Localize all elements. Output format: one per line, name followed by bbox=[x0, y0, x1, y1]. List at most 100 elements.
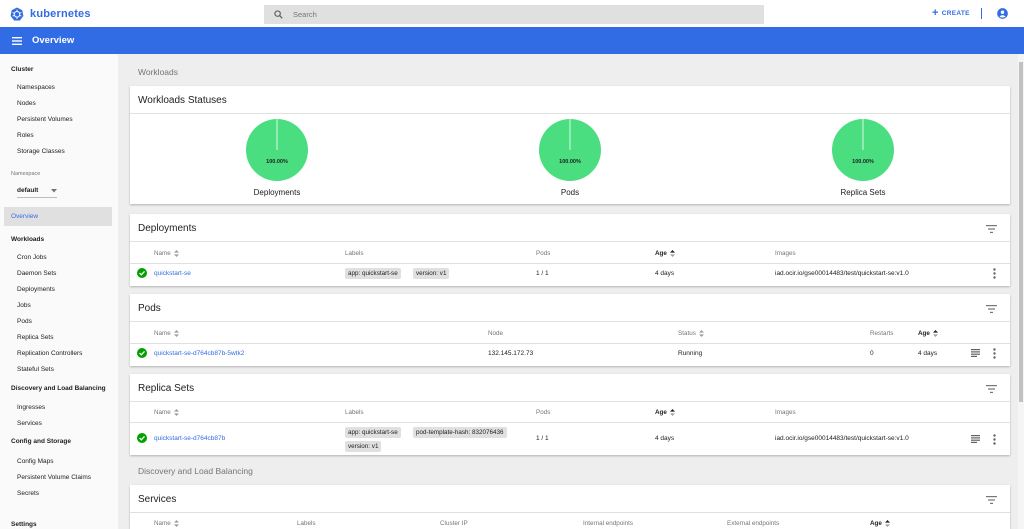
namespace-select[interactable]: default bbox=[17, 184, 57, 198]
pie-label-pods: Pods bbox=[560, 188, 580, 197]
column-header-images: Images bbox=[775, 250, 796, 257]
pie-label-replica-sets: Replica Sets bbox=[840, 188, 886, 197]
column-header-age[interactable]: Age bbox=[918, 330, 938, 337]
column-header-age[interactable]: Age bbox=[655, 250, 675, 257]
sidebar-item-stateful-sets[interactable]: Stateful Sets bbox=[17, 366, 54, 373]
sidebar-header-workloads[interactable]: Workloads bbox=[11, 236, 44, 243]
discovery-heading: Discovery and Load Balancing bbox=[138, 466, 253, 476]
pie-chart-pods: 100.00% Pods bbox=[510, 118, 630, 197]
search-bar[interactable] bbox=[264, 5, 764, 24]
namespace-value: default bbox=[17, 187, 39, 194]
sidebar-header-cluster[interactable]: Cluster bbox=[11, 66, 33, 73]
sidebar-item-persistent-volumes[interactable]: Persistent Volumes bbox=[17, 116, 73, 123]
column-header-name[interactable]: Name bbox=[154, 330, 179, 337]
label-chip: app: quickstart-se bbox=[345, 268, 401, 279]
replica-set-pods: 1 / 1 bbox=[536, 435, 549, 442]
success-check-icon bbox=[137, 268, 147, 278]
pod-age: 4 days bbox=[918, 350, 938, 357]
pods-card: Pods Name Node Status Restarts Age quick… bbox=[130, 294, 1010, 366]
sidebar-item-ingresses[interactable]: Ingresses bbox=[17, 404, 45, 411]
pie-deployments[interactable]: 100.00% bbox=[245, 118, 309, 182]
column-header-pods: Pods bbox=[536, 409, 551, 416]
column-header-age[interactable]: Age bbox=[870, 520, 890, 527]
sort-icon bbox=[932, 330, 938, 337]
toolbar-divider bbox=[981, 8, 982, 19]
replica-set-name-link[interactable]: quickstart-se-d764cb87b bbox=[154, 435, 225, 442]
deployment-name-link[interactable]: quickstart-se bbox=[154, 270, 191, 277]
top-bar: kubernetes + CREATE bbox=[0, 0, 1024, 27]
kubernetes-logo[interactable]: kubernetes bbox=[10, 7, 91, 21]
sidebar-item-roles[interactable]: Roles bbox=[17, 132, 34, 139]
pie-replica-sets[interactable]: 100.00% bbox=[831, 118, 895, 182]
column-header-pods: Pods bbox=[536, 250, 551, 257]
column-header-name[interactable]: Name bbox=[154, 409, 179, 416]
column-header-age-label: Age bbox=[655, 409, 667, 416]
sidebar-item-nodes[interactable]: Nodes bbox=[17, 100, 36, 107]
replica-sets-card: Replica Sets Name Labels Pods Age Images… bbox=[130, 374, 1010, 455]
filter-icon[interactable] bbox=[986, 225, 997, 233]
replica-set-age: 4 days bbox=[655, 435, 675, 442]
card-divider bbox=[130, 241, 1010, 242]
sidebar-item-storage-classes[interactable]: Storage Classes bbox=[17, 148, 65, 155]
sidebar-item-config-maps[interactable]: Config Maps bbox=[17, 458, 54, 465]
workloads-heading: Workloads bbox=[138, 67, 178, 77]
column-header-internal-endpoints: Internal endpoints bbox=[583, 520, 634, 527]
row-divider bbox=[130, 263, 1010, 264]
column-header-name[interactable]: Name bbox=[154, 250, 179, 257]
sidebar-item-persistent-volume-claims[interactable]: Persistent Volume Claims bbox=[17, 474, 91, 481]
filter-icon[interactable] bbox=[986, 496, 997, 504]
search-input[interactable] bbox=[293, 10, 693, 19]
more-vert-icon[interactable] bbox=[993, 268, 996, 279]
row-divider bbox=[130, 422, 1010, 423]
sidebar-header-config[interactable]: Config and Storage bbox=[11, 438, 71, 445]
scrollbar-thumb[interactable] bbox=[1019, 62, 1023, 402]
sidebar-item-secrets[interactable]: Secrets bbox=[17, 490, 39, 497]
sidebar-item-deployments[interactable]: Deployments bbox=[17, 286, 55, 293]
deployments-card: Deployments Name Labels Pods Age Images … bbox=[130, 214, 1010, 286]
sidebar-item-overview-label: Overview bbox=[11, 213, 39, 220]
filter-icon[interactable] bbox=[986, 385, 997, 393]
account-icon[interactable] bbox=[997, 8, 1008, 19]
dropdown-arrow-icon bbox=[51, 188, 57, 192]
label-chip: version: v1 bbox=[413, 268, 450, 279]
pie-pods[interactable]: 100.00% bbox=[538, 118, 602, 182]
sort-icon bbox=[173, 250, 179, 257]
sort-icon bbox=[173, 330, 179, 337]
sidebar-header-settings[interactable]: Settings bbox=[11, 521, 37, 528]
sidebar-item-namespaces[interactable]: Namespaces bbox=[17, 84, 55, 91]
menu-icon[interactable] bbox=[12, 36, 22, 45]
more-vert-icon[interactable] bbox=[993, 348, 996, 359]
column-header-age[interactable]: Age bbox=[655, 409, 675, 416]
page-header: Overview bbox=[0, 27, 1024, 54]
pie-label-deployments: Deployments bbox=[253, 188, 301, 197]
card-divider bbox=[130, 401, 1010, 402]
sort-icon bbox=[698, 330, 704, 337]
sidebar-header-discovery[interactable]: Discovery and Load Balancing bbox=[11, 385, 106, 392]
column-header-status-label: Status bbox=[678, 330, 696, 337]
pod-restarts: 0 bbox=[870, 350, 874, 357]
logs-icon[interactable] bbox=[971, 349, 980, 357]
sidebar-item-replica-sets[interactable]: Replica Sets bbox=[17, 334, 54, 341]
namespace-label: Namespace bbox=[11, 171, 41, 177]
workloads-statuses-card: Workloads Statuses 100.00% Deployments 1… bbox=[130, 86, 1010, 204]
more-vert-icon[interactable] bbox=[993, 434, 996, 445]
pie-percent-pods: 100.00% bbox=[559, 159, 581, 165]
sidebar-item-cron-jobs[interactable]: Cron Jobs bbox=[17, 254, 47, 261]
filter-icon[interactable] bbox=[986, 305, 997, 313]
column-header-age-label: Age bbox=[870, 520, 882, 527]
label-chip: app: quickstart-se bbox=[345, 427, 401, 438]
workloads-statuses-title: Workloads Statuses bbox=[138, 95, 227, 106]
column-header-name[interactable]: Name bbox=[154, 520, 179, 527]
pie-chart-deployments: 100.00% Deployments bbox=[217, 118, 337, 197]
sidebar-item-pods[interactable]: Pods bbox=[17, 318, 32, 325]
sidebar-item-replication-controllers[interactable]: Replication Controllers bbox=[17, 350, 82, 357]
create-button[interactable]: + CREATE bbox=[932, 8, 970, 19]
column-header-status[interactable]: Status bbox=[678, 330, 704, 337]
column-header-name-label: Name bbox=[154, 409, 171, 416]
sidebar-item-jobs[interactable]: Jobs bbox=[17, 302, 31, 309]
services-title: Services bbox=[138, 494, 177, 505]
pod-name-link[interactable]: quickstart-se-d764cb87b-5wtk2 bbox=[154, 350, 244, 357]
sidebar-item-daemon-sets[interactable]: Daemon Sets bbox=[17, 270, 56, 277]
logs-icon[interactable] bbox=[971, 435, 980, 443]
sidebar-item-services[interactable]: Services bbox=[17, 420, 42, 427]
